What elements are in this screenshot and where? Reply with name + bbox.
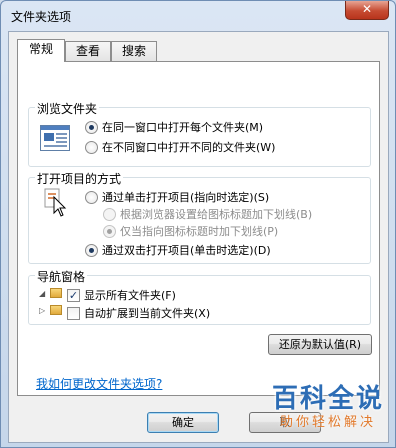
- window-icon: [40, 125, 70, 151]
- pointer-click-icon: [44, 188, 67, 217]
- radio-single-click-label: 通过单击打开项目(指向时选定)(S): [102, 191, 270, 204]
- tab-view[interactable]: 查看: [65, 41, 111, 61]
- radio-same-window-label: 在同一窗口中打开每个文件夹(M): [102, 121, 264, 134]
- tab-general[interactable]: 常规: [17, 39, 65, 62]
- radio-single-click[interactable]: 通过单击打开项目(指向时选定)(S): [85, 189, 269, 205]
- radio-underline-consistent[interactable]: 根据浏览器设置给图标标题加下划线(B): [103, 206, 312, 222]
- close-icon: ✕: [361, 2, 373, 16]
- tab-search[interactable]: 搜索: [111, 41, 157, 61]
- checkbox-auto-expand-label: 自动扩展到当前文件夹(X): [84, 307, 211, 320]
- radio-new-window-label: 在不同窗口中打开不同的文件夹(W): [102, 141, 276, 154]
- navigation-pane-group: 导航窗格 ◢ ▷ ✓ 显示所有文件夹(F) 自动扩展到当前文件夹(X): [28, 268, 371, 325]
- folder-icon: [50, 305, 62, 315]
- radio-double-click-label: 通过双击打开项目(单击时选定)(D): [102, 244, 271, 257]
- folder-icon: [50, 288, 62, 298]
- tab-panel-general: 浏览文件夹 在同一窗口中打开每个文件夹(M) 在不同窗口中打开不同的文件夹(W): [17, 61, 380, 396]
- radio-same-window[interactable]: 在同一窗口中打开每个文件夹(M): [85, 119, 263, 135]
- title-bar[interactable]: 文件夹选项 ✕: [1, 1, 395, 29]
- radio-button[interactable]: [103, 207, 116, 221]
- checkbox[interactable]: [67, 306, 80, 320]
- restore-defaults-button[interactable]: 还原为默认值(R): [268, 334, 372, 355]
- tree-collapsed-icon: ▷: [39, 306, 46, 315]
- folder-options-window: 文件夹选项 ✕ 常规 查看 搜索 浏览文件夹 在同一窗口中打开每个文件夹(M) …: [0, 0, 396, 448]
- radio-button[interactable]: [85, 120, 98, 134]
- radio-underline-consistent-label: 根据浏览器设置给图标标题加下划线(B): [120, 208, 313, 221]
- radio-button[interactable]: [85, 190, 98, 204]
- help-link[interactable]: 我如何更改文件夹选项?: [36, 375, 162, 392]
- checkbox-show-all-folders[interactable]: ✓ 显示所有文件夹(F): [67, 287, 176, 303]
- dialog-client-area: 常规 查看 搜索 浏览文件夹 在同一窗口中打开每个文件夹(M) 在不同窗口中打开…: [8, 31, 389, 443]
- checkbox-show-all-folders-label: 显示所有文件夹(F): [84, 289, 176, 302]
- checkbox[interactable]: ✓: [67, 288, 80, 302]
- close-button[interactable]: ✕: [345, 1, 389, 20]
- watermark-logo: 百科全说 助你轻松解决: [269, 383, 387, 439]
- browse-folders-title: 浏览文件夹: [35, 100, 100, 117]
- window-title: 文件夹选项: [11, 10, 72, 24]
- browse-folders-group: 浏览文件夹 在同一窗口中打开每个文件夹(M) 在不同窗口中打开不同的文件夹(W): [28, 100, 371, 167]
- watermark-sub-text: 助你轻松解决: [279, 415, 376, 430]
- radio-underline-point-label: 仅当指向图标标题时加下划线(P): [120, 225, 279, 238]
- click-items-group: 打开项目的方式 通过单击打开项目(指向时选定)(S) 根据浏览器设置给图标标题加…: [28, 170, 371, 264]
- radio-button[interactable]: [85, 243, 98, 257]
- radio-underline-point[interactable]: 仅当指向图标标题时加下划线(P): [103, 223, 278, 239]
- watermark-main-text: 百科全说: [271, 384, 384, 414]
- ok-button[interactable]: 确定: [147, 412, 219, 433]
- checkbox-auto-expand[interactable]: 自动扩展到当前文件夹(X): [67, 305, 210, 321]
- click-items-title: 打开项目的方式: [35, 170, 124, 187]
- radio-button[interactable]: [103, 224, 116, 238]
- radio-new-window[interactable]: 在不同窗口中打开不同的文件夹(W): [85, 139, 275, 155]
- tree-expanded-icon: ◢: [39, 289, 46, 298]
- navigation-pane-title: 导航窗格: [35, 268, 88, 285]
- radio-button[interactable]: [85, 140, 98, 154]
- radio-double-click[interactable]: 通过双击打开项目(单击时选定)(D): [85, 242, 271, 258]
